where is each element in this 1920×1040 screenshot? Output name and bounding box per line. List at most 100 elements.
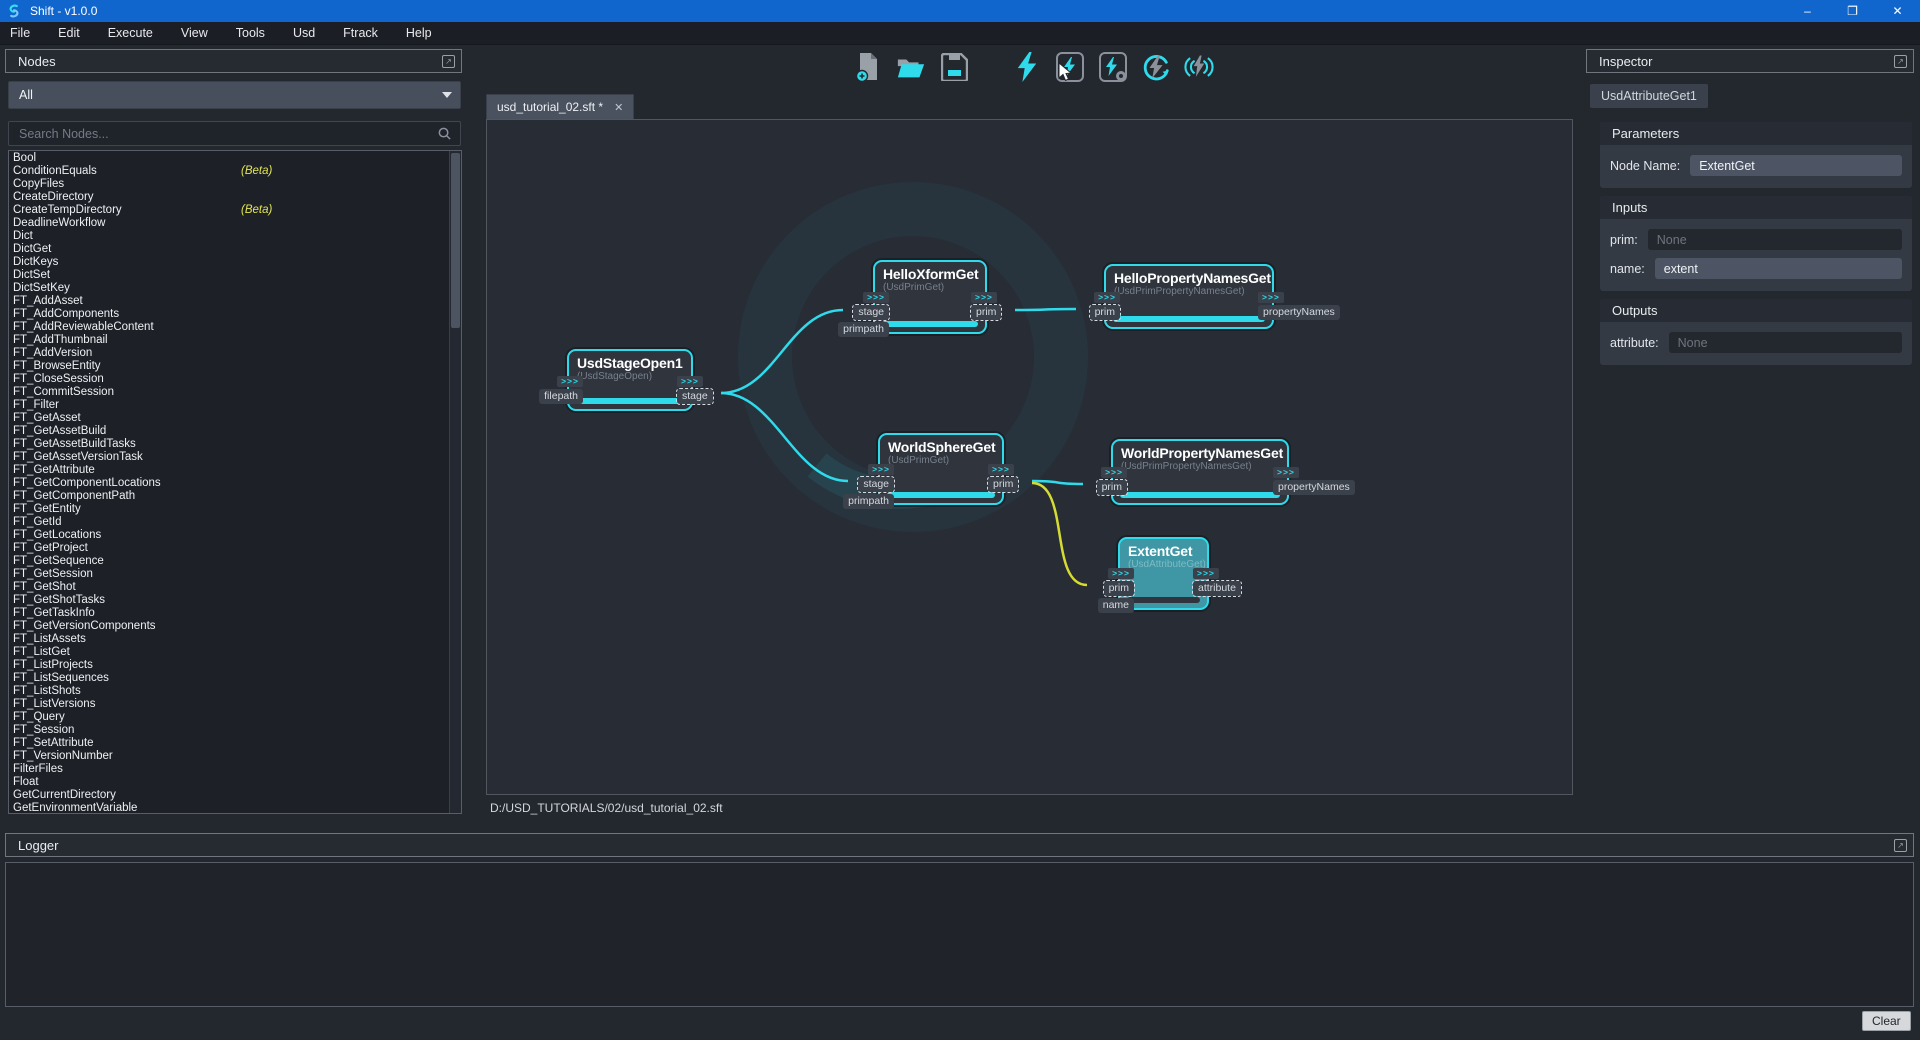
node-list-item[interactable]: DictKeys: [13, 256, 461, 269]
node-list-item[interactable]: FT_Session: [13, 724, 461, 737]
execute-button[interactable]: [1012, 51, 1042, 83]
node-list-item[interactable]: FT_CloseSession: [13, 373, 461, 386]
node-list-item[interactable]: FT_GetAttribute: [13, 464, 461, 477]
node-list-item[interactable]: CreateDirectory: [13, 191, 461, 204]
menu-item[interactable]: Help: [392, 22, 446, 45]
node-list-item[interactable]: GetEnvironmentVariable: [13, 802, 461, 814]
inspector-field-input[interactable]: None: [1648, 229, 1902, 250]
node-list-item[interactable]: FT_ListAssets: [13, 633, 461, 646]
node-list-item[interactable]: Dict: [13, 230, 461, 243]
node-list-item[interactable]: FT_Filter: [13, 399, 461, 412]
inspector-node-tab[interactable]: UsdAttributeGet1: [1590, 84, 1708, 108]
clear-logger-button[interactable]: Clear: [1862, 1011, 1911, 1031]
port-prim[interactable]: prim: [1090, 305, 1120, 320]
node-list-item[interactable]: FT_AddThumbnail: [13, 334, 461, 347]
port-attribute[interactable]: attribute: [1193, 581, 1241, 596]
node-list-item[interactable]: DeadlineWorkflow: [13, 217, 461, 230]
graph-node[interactable]: WorldPropertyNamesGet (UsdPrimPropertyNa…: [1111, 439, 1289, 505]
node-list-item[interactable]: GetCurrentDirectory: [13, 789, 461, 802]
node-list-item[interactable]: FT_AddVersion: [13, 347, 461, 360]
undock-icon[interactable]: ↗: [1894, 55, 1907, 68]
soft-execute-button[interactable]: [1141, 51, 1171, 83]
port-name[interactable]: name: [1098, 598, 1134, 613]
open-file-button[interactable]: [896, 51, 926, 83]
port-primpath[interactable]: primpath: [838, 322, 889, 337]
close-button[interactable]: ✕: [1875, 0, 1920, 22]
menu-item[interactable]: Tools: [222, 22, 279, 45]
port-prim[interactable]: prim: [971, 305, 1001, 320]
node-list-item[interactable]: FT_GetSequence: [13, 555, 461, 568]
inspector-field-input[interactable]: None: [1669, 332, 1902, 353]
node-list-item[interactable]: FT_VersionNumber: [13, 750, 461, 763]
port-prim[interactable]: prim: [988, 477, 1018, 492]
port-filepath[interactable]: filepath: [539, 389, 583, 404]
node-list-item[interactable]: FT_AddComponents: [13, 308, 461, 321]
graph-node[interactable]: HelloPropertyNamesGet (UsdPrimPropertyNa…: [1104, 264, 1274, 329]
node-list-item[interactable]: FT_SetAttribute: [13, 737, 461, 750]
node-list-item[interactable]: FT_GetSession: [13, 568, 461, 581]
node-list-item[interactable]: FT_GetShotTasks: [13, 594, 461, 607]
node-list-item[interactable]: FT_GetVersionComponents: [13, 620, 461, 633]
node-list-item[interactable]: CopyFiles: [13, 178, 461, 191]
node-list-item[interactable]: FT_GetLocations: [13, 529, 461, 542]
inspector-field-input[interactable]: ExtentGet: [1690, 155, 1902, 176]
undock-icon[interactable]: ↗: [442, 55, 455, 68]
menu-item[interactable]: Execute: [94, 22, 167, 45]
node-list-item[interactable]: FT_AddReviewableContent: [13, 321, 461, 334]
menu-item[interactable]: Usd: [279, 22, 329, 45]
menu-item[interactable]: Edit: [44, 22, 94, 45]
inspector-field-input[interactable]: extent: [1655, 258, 1902, 279]
node-list-item[interactable]: DictGet: [13, 243, 461, 256]
node-list-item[interactable]: FT_GetId: [13, 516, 461, 529]
minimize-button[interactable]: –: [1785, 0, 1830, 22]
node-list-item[interactable]: FT_GetShot: [13, 581, 461, 594]
node-list-item[interactable]: FT_GetAssetBuildTasks: [13, 438, 461, 451]
live-execute-button[interactable]: [1184, 51, 1214, 83]
node-list-item[interactable]: FT_GetEntity: [13, 503, 461, 516]
graph-node[interactable]: ExtentGet (UsdAttributeGet) >>>primname …: [1118, 537, 1209, 610]
node-filter-dropdown[interactable]: All: [8, 81, 461, 109]
tab-usd-tutorial-02[interactable]: usd_tutorial_02.sft * ✕: [486, 94, 634, 119]
close-tab-icon[interactable]: ✕: [614, 101, 623, 114]
node-list-item[interactable]: FT_ListSequences: [13, 672, 461, 685]
node-list-item[interactable]: FT_GetAsset: [13, 412, 461, 425]
node-list-item[interactable]: FT_Query: [13, 711, 461, 724]
port-propertyNames[interactable]: propertyNames: [1273, 480, 1355, 495]
node-list-item[interactable]: FT_AddAsset: [13, 295, 461, 308]
node-list-item[interactable]: ConditionEquals (Beta): [13, 165, 461, 178]
menu-item[interactable]: File: [0, 22, 44, 45]
save-file-button[interactable]: [939, 51, 969, 83]
graph-node[interactable]: HelloXformGet (UsdPrimGet) >>>stageprimp…: [873, 260, 987, 334]
node-list-item[interactable]: DictSetKey: [13, 282, 461, 295]
new-file-button[interactable]: [853, 51, 883, 83]
node-list-item[interactable]: FT_GetAssetBuild: [13, 425, 461, 438]
port-prim[interactable]: prim: [1097, 480, 1127, 495]
node-list-item[interactable]: FT_GetComponentPath: [13, 490, 461, 503]
node-list-item[interactable]: FT_ListShots: [13, 685, 461, 698]
node-list-item[interactable]: DictSet: [13, 269, 461, 282]
graph-node[interactable]: UsdStageOpen1 (UsdStageOpen) >>>filepath…: [567, 349, 693, 411]
menu-item[interactable]: Ftrack: [329, 22, 392, 45]
port-stage[interactable]: stage: [677, 389, 713, 404]
graph-node[interactable]: WorldSphereGet (UsdPrimGet) >>>stageprim…: [878, 433, 1004, 505]
node-list-item[interactable]: FT_BrowseEntity: [13, 360, 461, 373]
node-list-item[interactable]: Bool: [13, 152, 461, 165]
menu-item[interactable]: View: [167, 22, 222, 45]
search-input[interactable]: [9, 127, 437, 141]
port-stage[interactable]: stage: [853, 305, 889, 320]
port-propertyNames[interactable]: propertyNames: [1258, 305, 1340, 320]
node-list-item[interactable]: FT_ListGet: [13, 646, 461, 659]
node-list-item[interactable]: FT_GetComponentLocations: [13, 477, 461, 490]
port-stage[interactable]: stage: [858, 477, 894, 492]
node-list-item[interactable]: FT_CommitSession: [13, 386, 461, 399]
undock-icon[interactable]: ↗: [1894, 839, 1907, 852]
port-primpath[interactable]: primpath: [843, 494, 894, 509]
node-list-item[interactable]: FT_GetProject: [13, 542, 461, 555]
wire[interactable]: [1032, 483, 1087, 585]
node-list-item[interactable]: FT_ListProjects: [13, 659, 461, 672]
node-list-item[interactable]: FT_ListVersions: [13, 698, 461, 711]
node-list-item[interactable]: Float: [13, 776, 461, 789]
graph-canvas[interactable]: UsdStageOpen1 (UsdStageOpen) >>>filepath…: [486, 119, 1573, 795]
wire[interactable]: [1015, 309, 1076, 310]
port-prim[interactable]: prim: [1104, 581, 1134, 596]
